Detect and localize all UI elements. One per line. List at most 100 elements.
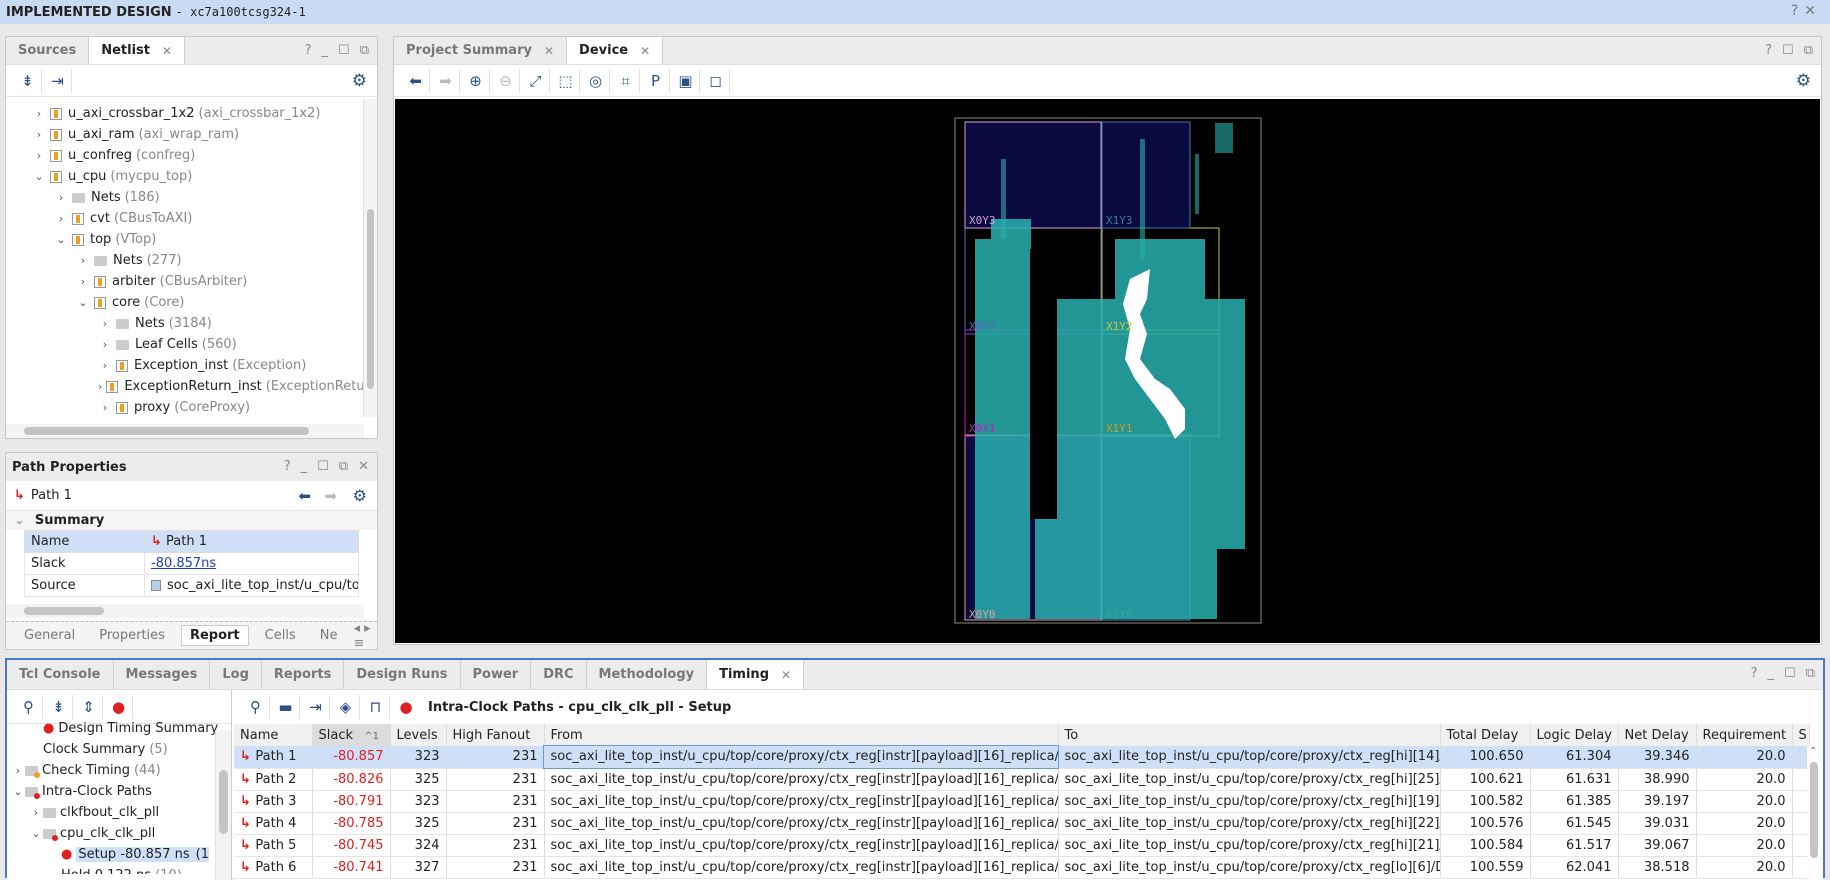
chevron-right-icon[interactable]: ›: [98, 359, 112, 372]
netlist-hscroll[interactable]: [6, 424, 364, 438]
float-icon[interactable]: ⧉: [339, 459, 348, 474]
summary-row[interactable]: Source soc_axi_lite_top_inst/u_cpu/top/c…: [24, 574, 359, 597]
close-icon[interactable]: ✕: [358, 459, 369, 474]
netlist-tree-item[interactable]: › cvt (CBusToAXI): [6, 208, 359, 229]
collapse-all-icon[interactable]: ⇟: [14, 68, 42, 93]
timing-tree-item[interactable]: ● Design Timing Summary: [11, 718, 231, 739]
help-icon[interactable]: ?: [1791, 3, 1804, 19]
close-tab-icon[interactable]: ✕: [781, 662, 791, 688]
netlist-tree-item[interactable]: › Nets (3184): [6, 313, 359, 334]
chevron-right-icon[interactable]: ›: [76, 254, 90, 267]
chevron-right-icon[interactable]: ›: [32, 107, 46, 120]
column-header[interactable]: Name: [234, 724, 313, 746]
netlist-tree-item[interactable]: › Nets (277): [6, 250, 359, 271]
chevron-right-icon[interactable]: ›: [32, 149, 46, 162]
tab-sources[interactable]: Sources: [6, 37, 90, 64]
gear-icon[interactable]: ⚙: [1796, 71, 1811, 91]
collapse-icon[interactable]: ▬: [272, 695, 300, 719]
maximize-icon[interactable]: ☐: [338, 43, 350, 58]
netlist-tree-item[interactable]: › u_axi_ram (axi_wrap_ram): [6, 124, 359, 145]
tab-overflow-icon[interactable]: ◂ ▸ ≡: [353, 621, 377, 651]
timing-tree-item[interactable]: ⌄ Intra-Clock Paths: [11, 781, 231, 802]
timing-tree-item[interactable]: › Check Timing (44): [11, 760, 231, 781]
tab-reports[interactable]: Reports: [262, 660, 345, 689]
device-canvas[interactable]: X0Y3 X1Y3 X0Y2 X1Y2 X0Y1 X1Y1 X0Y0 X1Y0: [395, 99, 1820, 643]
tab-methodology[interactable]: Methodology: [587, 660, 708, 689]
close-tab-icon[interactable]: ✕: [162, 38, 172, 64]
column-header[interactable]: Net Delay: [1618, 724, 1697, 746]
column-header[interactable]: High Fanout: [446, 724, 545, 746]
timing-tree-item[interactable]: Hold 0.122 ns(10): [11, 865, 231, 874]
close-tab-icon[interactable]: ✕: [640, 38, 650, 64]
chevron-right-icon[interactable]: ›: [76, 275, 90, 288]
help-icon[interactable]: ?: [305, 43, 312, 58]
tab-design-runs[interactable]: Design Runs: [344, 660, 461, 689]
chevron-down-icon[interactable]: ⌄: [11, 785, 25, 798]
timing-table-vscroll[interactable]: ⌃: [1807, 746, 1821, 880]
timing-tree-item[interactable]: Clock Summary (5): [11, 739, 231, 760]
device-view[interactable]: X0Y3 X1Y3 X0Y2 X1Y2 X0Y1 X1Y1 X0Y0 X1Y0: [395, 99, 1820, 643]
collapse-all-icon[interactable]: ⇟: [45, 694, 73, 719]
table-row[interactable]: ↳ Path 4 -80.785 325 231 soc_axi_lite_top_in…: [234, 812, 1810, 835]
forward-icon[interactable]: ➡: [432, 68, 460, 93]
props-tab-report[interactable]: Report: [180, 625, 249, 646]
expand-all-icon[interactable]: ⇕: [75, 694, 103, 719]
netlist-tree-item[interactable]: › u_axi_crossbar_1x2 (axi_crossbar_1x2): [6, 103, 359, 124]
props-tab-properties[interactable]: Properties: [91, 626, 173, 645]
netlist-tree-item[interactable]: ⌄ top (VTop): [6, 229, 359, 250]
table-row[interactable]: ↳ Path 5 -80.745 324 231 soc_axi_lite_top_in…: [234, 834, 1810, 857]
minimize-icon[interactable]: _: [1768, 666, 1775, 681]
back-icon[interactable]: ⬅: [298, 487, 311, 505]
search-icon[interactable]: ⚲: [242, 695, 270, 719]
chevron-right-icon[interactable]: ›: [98, 380, 102, 393]
maximize-icon[interactable]: ☐: [1782, 43, 1794, 58]
highlight-icon[interactable]: ◈: [332, 695, 360, 719]
show-connections-icon[interactable]: ◻: [702, 68, 730, 93]
clock-region-x0y3[interactable]: [964, 121, 1102, 229]
float-icon[interactable]: ⧉: [1804, 43, 1813, 58]
tab-power[interactable]: Power: [461, 660, 532, 689]
minimize-icon[interactable]: _: [301, 459, 308, 474]
column-header[interactable]: Slack ^1: [312, 724, 391, 746]
zoom-fit-icon[interactable]: ⤢: [522, 68, 550, 93]
expand-selected-icon[interactable]: ⇥: [302, 695, 330, 719]
tab-messages[interactable]: Messages: [114, 660, 211, 689]
help-icon[interactable]: ?: [1751, 666, 1758, 681]
timing-tree-item[interactable]: ● Setup -80.857 ns (1: [11, 844, 231, 865]
netlist-tree-item[interactable]: › proxy (CoreProxy): [6, 397, 359, 417]
tab-project-summary[interactable]: Project Summary ✕: [394, 37, 568, 64]
tab-netlist[interactable]: Netlist ✕: [89, 37, 186, 64]
waveform-icon[interactable]: ⊓: [362, 695, 390, 719]
tab-drc[interactable]: DRC: [531, 660, 587, 689]
error-icon[interactable]: ●: [392, 695, 420, 719]
chevron-down-icon[interactable]: ⌄: [29, 827, 43, 840]
error-icon[interactable]: ●: [105, 694, 133, 719]
float-icon[interactable]: ⧉: [1806, 666, 1815, 681]
netlist-vscroll[interactable]: [363, 99, 377, 417]
gear-icon[interactable]: ⚙: [352, 71, 367, 91]
help-icon[interactable]: ?: [284, 459, 291, 474]
column-header[interactable]: Levels: [390, 724, 447, 746]
zoom-in-icon[interactable]: ⊕: [462, 68, 490, 93]
netlist-tree-item[interactable]: › Exception_inst (Exception): [6, 355, 359, 376]
chevron-right-icon[interactable]: ›: [98, 317, 112, 330]
add-pblock-icon[interactable]: P: [642, 68, 670, 93]
zoom-selection-icon[interactable]: ⬚: [552, 68, 580, 93]
props-tab-cells[interactable]: Cells: [257, 626, 304, 645]
chevron-right-icon[interactable]: ›: [32, 128, 46, 141]
forward-icon[interactable]: ➡: [324, 487, 337, 505]
netlist-tree-item[interactable]: › ExceptionReturn_inst (ExceptionReturn): [6, 376, 377, 397]
netlist-tree-item[interactable]: ⌄ u_cpu (mycpu_top): [6, 166, 359, 187]
tab-timing[interactable]: Timing ✕: [707, 660, 805, 689]
help-icon[interactable]: ?: [1765, 43, 1772, 58]
summary-row[interactable]: Slack -80.857ns: [24, 552, 359, 575]
device-view-options-icon[interactable]: ▣: [672, 68, 700, 93]
props-hscroll[interactable]: [6, 604, 364, 618]
chevron-right-icon[interactable]: ›: [29, 806, 43, 819]
slack-link[interactable]: -80.857ns: [151, 556, 216, 571]
tab-device[interactable]: Device ✕: [567, 37, 664, 64]
netlist-tree-item[interactable]: › Nets (186): [6, 187, 359, 208]
timing-tree-vscroll[interactable]: [215, 730, 231, 880]
props-tab-general[interactable]: General: [16, 626, 83, 645]
clock-region-x1y3[interactable]: [1101, 121, 1191, 229]
